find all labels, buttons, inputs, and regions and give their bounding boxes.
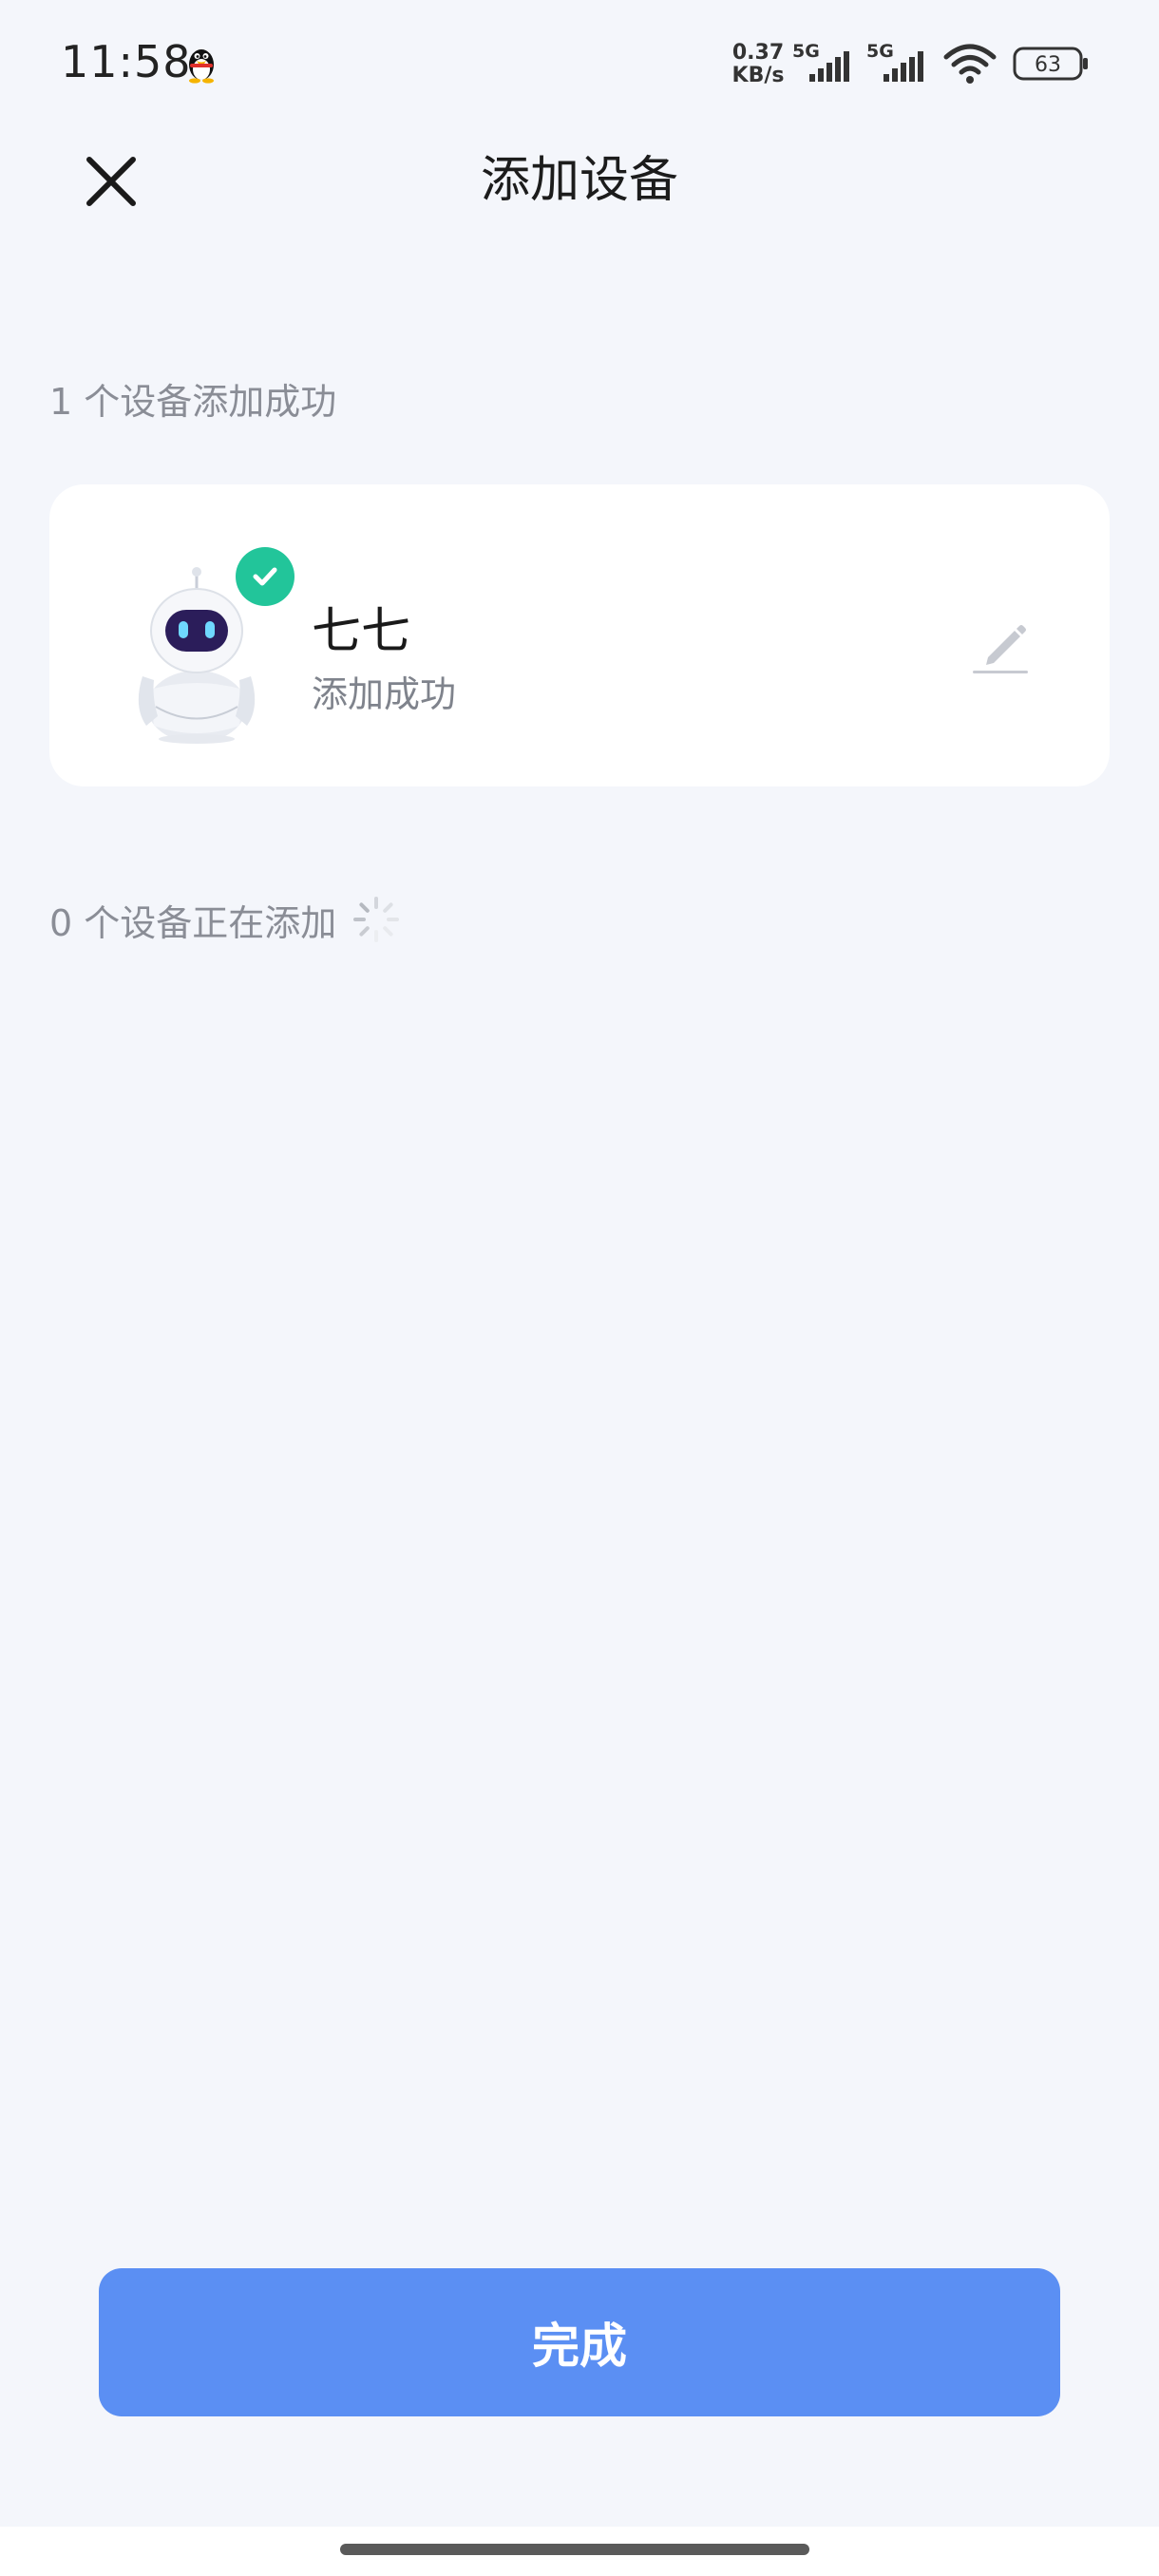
cellular-signal-icon: 5G — [866, 42, 923, 82]
adding-count-label: 0 个设备正在添加 — [49, 901, 337, 944]
page-title: 添加设备 — [480, 152, 678, 209]
network-speed-value: 0.37 — [732, 41, 785, 65]
check-icon — [253, 567, 277, 586]
device-name: 七七 — [312, 603, 411, 660]
status-time: 11:58 — [61, 36, 192, 87]
edit-pencil-icon[interactable] — [965, 610, 1034, 678]
network-speed-unit: KB/s — [732, 64, 785, 87]
battery-icon: 63 — [1013, 47, 1088, 81]
success-count-label: 1 个设备添加成功 — [49, 381, 337, 423]
device-card[interactable]: 七七 添加成功 — [49, 484, 1110, 786]
success-check-badge — [236, 547, 294, 606]
sim1-network-type: 5G — [792, 42, 820, 62]
loading-spinner-icon — [353, 897, 400, 942]
cellular-signal-icon: 5G — [792, 42, 849, 82]
home-indicator[interactable] — [340, 2544, 809, 2555]
device-status: 添加成功 — [312, 673, 457, 715]
status-bar: 11:58 0.37 KB/s 5G 5G 63 — [0, 0, 1159, 128]
done-button[interactable]: 完成 — [99, 2268, 1060, 2416]
adding-count-row: 0 个设备正在添加 — [49, 893, 403, 946]
battery-level: 63 — [1035, 53, 1061, 77]
sim2-network-type: 5G — [866, 42, 894, 62]
qq-penguin-icon — [189, 49, 214, 84]
wifi-icon — [943, 44, 997, 84]
network-speed: 0.37 KB/s — [728, 42, 788, 87]
